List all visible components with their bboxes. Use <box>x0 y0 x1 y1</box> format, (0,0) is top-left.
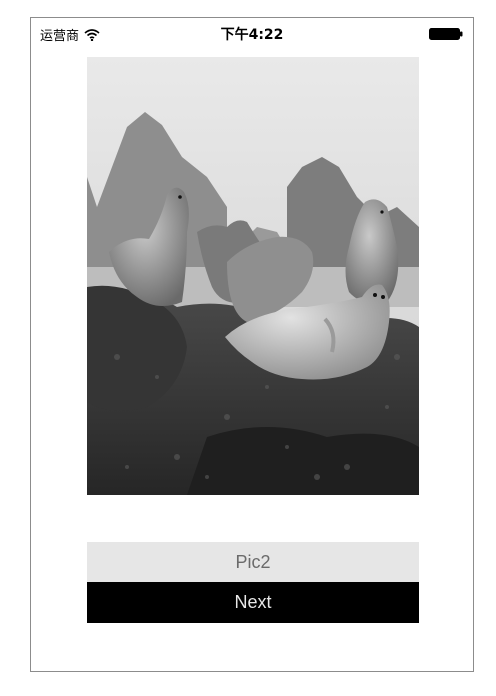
battery-icon <box>429 28 463 40</box>
seals-photo <box>87 57 419 495</box>
status-time: 下午4:22 <box>220 27 284 43</box>
picture-name-label: Pic2 <box>87 542 419 582</box>
phone-frame: 运营商 下午4:22 Pic2 Next <box>30 17 474 672</box>
next-button[interactable]: Next <box>87 582 419 623</box>
status-bar: 运营商 下午4:22 <box>31 18 473 48</box>
seals-image <box>87 57 419 495</box>
